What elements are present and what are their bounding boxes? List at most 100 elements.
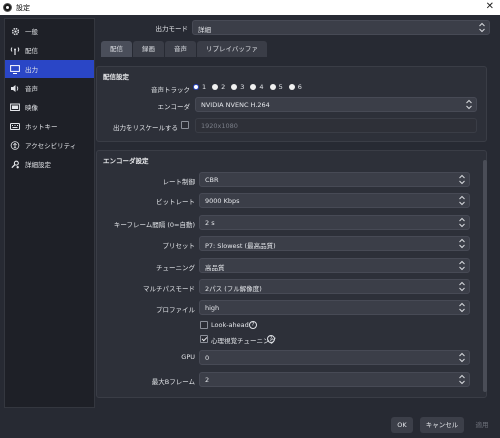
rate-control-label: レート制御 xyxy=(162,178,196,186)
audio-track-radio-5[interactable]: 5 xyxy=(269,83,283,91)
spin-arrows-icon[interactable] xyxy=(458,352,466,363)
accessibility-icon xyxy=(9,140,21,150)
max-bframes-value: 2 xyxy=(205,376,210,384)
radio-icon xyxy=(288,84,295,90)
spin-arrows-icon xyxy=(459,260,465,271)
tuning-select[interactable]: 高品質 xyxy=(199,258,470,273)
sidebar-item-label: 一般 xyxy=(25,28,38,36)
bitrate-spinbox[interactable]: 9000 Kbps xyxy=(199,193,470,208)
tab-recording[interactable]: 録画 xyxy=(133,41,164,57)
audio-track-label: 音声トラック xyxy=(151,86,190,94)
sidebar-item-hotkeys[interactable]: ホットキー xyxy=(5,117,94,135)
multipass-label: マルチパスモード xyxy=(143,285,195,293)
profile-value: high xyxy=(205,304,220,312)
keyframe-interval-label: キーフレーム間隔 (0=自動) xyxy=(113,221,195,229)
stream-settings-title: 配信設定 xyxy=(103,73,129,81)
spin-arrows-icon xyxy=(459,281,465,292)
bitrate-value: 9000 Kbps xyxy=(205,197,240,205)
tab-audio[interactable]: 音声 xyxy=(165,41,196,57)
output-mode-select[interactable]: 詳細 xyxy=(192,20,490,35)
help-icon[interactable]: ? xyxy=(249,321,257,329)
sidebar-item-label: ホットキー xyxy=(25,123,58,131)
radio-label: 2 xyxy=(221,83,226,91)
profile-label: プロファイル xyxy=(156,306,195,314)
settings-sidebar: 一般 配信 出力 音声 映像 ホットキー アクセシビリティ 詳細設定 xyxy=(4,18,95,408)
gpu-label: GPU xyxy=(181,353,195,361)
radio-label: 5 xyxy=(278,83,283,91)
audio-track-radio-3[interactable]: 3 xyxy=(231,83,244,91)
apply-button[interactable]: 適用 xyxy=(469,417,495,433)
rescale-resolution-select: 1920x1080 xyxy=(195,118,477,133)
spin-arrows-icon xyxy=(459,302,465,313)
rate-control-select[interactable]: CBR xyxy=(199,172,470,187)
preset-select[interactable]: P7: Slowest (最高品質) xyxy=(199,236,470,251)
rescale-label: 出力をリスケールする xyxy=(113,124,178,132)
obs-app-icon xyxy=(3,3,12,12)
spin-arrows-icon[interactable] xyxy=(458,195,466,206)
rescale-resolution-value: 1920x1080 xyxy=(201,122,238,130)
keyframe-interval-value: 2 s xyxy=(205,219,215,227)
keyboard-icon xyxy=(9,121,21,131)
sidebar-item-accessibility[interactable]: アクセシビリティ xyxy=(5,136,94,154)
spin-arrows-icon[interactable] xyxy=(458,217,466,228)
output-mode-label: 出力モード xyxy=(155,25,189,33)
radio-icon xyxy=(250,84,257,90)
psycho-visual-checkbox[interactable] xyxy=(200,335,208,343)
bitrate-label: ビットレート xyxy=(156,198,195,206)
sidebar-item-general[interactable]: 一般 xyxy=(5,22,94,40)
spin-arrows-icon xyxy=(466,99,472,110)
cancel-button[interactable]: キャンセル xyxy=(420,417,464,433)
sidebar-item-video[interactable]: 映像 xyxy=(5,98,94,116)
audio-track-radio-6[interactable]: 6 xyxy=(288,83,302,91)
sidebar-item-stream[interactable]: 配信 xyxy=(5,41,94,59)
screen-icon xyxy=(9,102,21,112)
encoder-settings-scrollbar[interactable] xyxy=(483,160,487,392)
radio-icon xyxy=(212,84,219,90)
profile-select[interactable]: high xyxy=(199,300,470,315)
radio-icon xyxy=(269,84,276,90)
audio-track-radio-2[interactable]: 2 xyxy=(212,83,225,91)
sidebar-item-label: 詳細設定 xyxy=(25,161,51,169)
max-bframes-spinbox[interactable]: 2 xyxy=(199,372,470,387)
gpu-value: 0 xyxy=(205,354,210,362)
sidebar-item-label: アクセシビリティ xyxy=(25,142,77,150)
wrench-gears-icon xyxy=(9,159,21,169)
sidebar-item-audio[interactable]: 音声 xyxy=(5,79,94,97)
encoder-select[interactable]: NVIDIA NVENC H.264 xyxy=(195,97,477,112)
gear-icon xyxy=(9,26,21,36)
radio-label: 3 xyxy=(240,83,245,91)
rescale-checkbox[interactable] xyxy=(181,121,189,129)
radio-label: 6 xyxy=(297,83,302,91)
sidebar-item-advanced[interactable]: 詳細設定 xyxy=(5,155,94,173)
spin-arrows-icon[interactable] xyxy=(458,374,466,385)
tab-streaming[interactable]: 配信 xyxy=(101,41,132,57)
sidebar-item-label: 出力 xyxy=(25,66,38,74)
multipass-value: 2パス (フル解像度) xyxy=(205,285,262,293)
keyframe-interval-spinbox[interactable]: 2 s xyxy=(199,215,470,230)
audio-track-radios: 1 2 3 4 5 6 xyxy=(193,83,308,91)
help-icon[interactable]: ? xyxy=(267,335,275,343)
spin-arrows-icon xyxy=(479,22,485,33)
spin-arrows-icon xyxy=(459,174,465,185)
sidebar-item-label: 映像 xyxy=(25,104,38,112)
tab-replay-buffer[interactable]: リプレイバッファ xyxy=(197,41,267,57)
spin-arrows-icon xyxy=(459,238,465,249)
rate-control-value: CBR xyxy=(205,176,219,184)
sidebar-item-output[interactable]: 出力 xyxy=(5,60,94,78)
window-titlebar: 設定 ✕ xyxy=(0,0,500,15)
multipass-select[interactable]: 2パス (フル解像度) xyxy=(199,279,470,294)
radio-selected-icon xyxy=(193,84,199,90)
preset-value: P7: Slowest (最高品質) xyxy=(205,242,276,250)
close-icon[interactable]: ✕ xyxy=(486,1,494,13)
sidebar-item-label: 配信 xyxy=(25,47,38,55)
audio-track-radio-4[interactable]: 4 xyxy=(250,83,264,91)
lookahead-checkbox[interactable] xyxy=(200,321,208,329)
audio-track-radio-1[interactable]: 1 xyxy=(193,83,206,91)
speaker-icon xyxy=(9,83,21,93)
broadcast-antenna-icon xyxy=(9,45,21,55)
radio-icon xyxy=(231,84,238,90)
ok-button[interactable]: OK xyxy=(391,417,413,433)
window-title: 設定 xyxy=(16,4,30,12)
gpu-spinbox[interactable]: 0 xyxy=(199,350,470,365)
radio-label: 1 xyxy=(202,83,207,91)
